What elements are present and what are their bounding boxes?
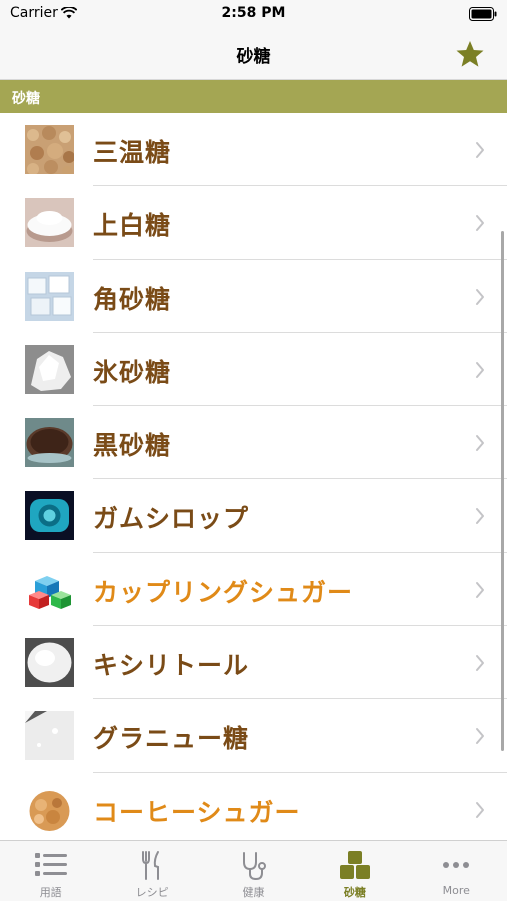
list-item[interactable]: キシリトール: [0, 626, 507, 700]
tab-label: 砂糖: [343, 886, 366, 899]
chevron-right-icon: [476, 655, 484, 672]
item-thumbnail: [25, 638, 74, 688]
list-item[interactable]: コーヒーシュガー: [0, 773, 507, 840]
item-label: キシリトール: [93, 651, 250, 681]
more-icon: [443, 862, 470, 868]
item-thumbnail: [25, 344, 74, 394]
item-thumbnail: [25, 491, 74, 541]
item-thumbnail: [25, 564, 74, 614]
chevron-right-icon: [476, 288, 484, 305]
stethoscope-icon: [243, 852, 267, 881]
chevron-right-icon: [476, 728, 484, 745]
sugar-list[interactable]: 三温糖上白糖角砂糖氷砂糖黒砂糖ガムシロップカップリングシュガー キシリトール グラニ…: [0, 113, 507, 840]
chevron-right-icon: [476, 508, 484, 525]
status-bar: Carrier 2:58 PM: [0, 0, 507, 28]
item-label: グラニュー糖: [93, 724, 250, 754]
navigation-bar: 砂糖: [0, 28, 507, 80]
tab-fork-knife[interactable]: レシピ: [101, 841, 202, 901]
item-thumbnail: [25, 271, 74, 321]
list-item[interactable]: ガムシロップ: [0, 479, 507, 553]
list-item[interactable]: 黒砂糖: [0, 406, 507, 480]
tab-sugar-cubes[interactable]: 砂糖: [304, 841, 405, 901]
section-title: 砂糖: [12, 91, 40, 107]
chevron-right-icon: [476, 215, 484, 232]
list-item[interactable]: グラニュー糖: [0, 699, 507, 773]
battery-icon: [469, 7, 497, 21]
list-item[interactable]: 上白糖: [0, 186, 507, 260]
chevron-right-icon: [476, 581, 484, 598]
tab-label: More: [442, 884, 470, 897]
item-thumbnail: [25, 784, 74, 834]
tab-list[interactable]: 用語: [0, 841, 101, 901]
item-thumbnail: [25, 125, 74, 174]
item-thumbnail: [25, 418, 74, 468]
chevron-right-icon: [476, 801, 484, 818]
chevron-right-icon: [476, 435, 484, 452]
item-thumbnail: [25, 711, 74, 761]
list-icon: [34, 853, 67, 876]
fork-knife-icon: [142, 851, 160, 880]
sugar-cubes-icon: [339, 851, 370, 879]
star-icon[interactable]: [455, 39, 485, 69]
list-item[interactable]: 氷砂糖: [0, 333, 507, 407]
item-label: 角砂糖: [93, 284, 172, 314]
item-label: ガムシロップ: [93, 504, 250, 534]
page-title: 砂糖: [236, 47, 271, 67]
list-item[interactable]: カップリングシュガー: [0, 553, 507, 627]
chevron-right-icon: [476, 142, 484, 158]
scroll-indicator[interactable]: [501, 231, 504, 751]
item-label: カップリングシュガー: [93, 577, 354, 607]
tab-label: 健康: [242, 886, 265, 899]
tab-stethoscope[interactable]: 健康: [203, 841, 304, 901]
tab-more[interactable]: More: [406, 841, 507, 901]
list-item[interactable]: 角砂糖: [0, 260, 507, 333]
tab-label: 用語: [39, 886, 62, 899]
status-time: 2:58 PM: [221, 5, 286, 21]
section-header: 砂糖: [0, 80, 507, 113]
list-item[interactable]: 三温糖: [0, 113, 507, 187]
tab-bar: 用語 レシピ 健康 砂糖 More: [0, 840, 507, 901]
item-label: コーヒーシュガー: [93, 797, 301, 827]
tab-label: レシピ: [135, 886, 169, 899]
item-label: 上白糖: [93, 211, 172, 241]
item-label: 氷砂糖: [93, 357, 172, 387]
item-label: 三温糖: [93, 138, 172, 167]
item-label: 黒砂糖: [93, 431, 172, 461]
item-thumbnail: [25, 198, 74, 248]
chevron-right-icon: [476, 361, 484, 378]
